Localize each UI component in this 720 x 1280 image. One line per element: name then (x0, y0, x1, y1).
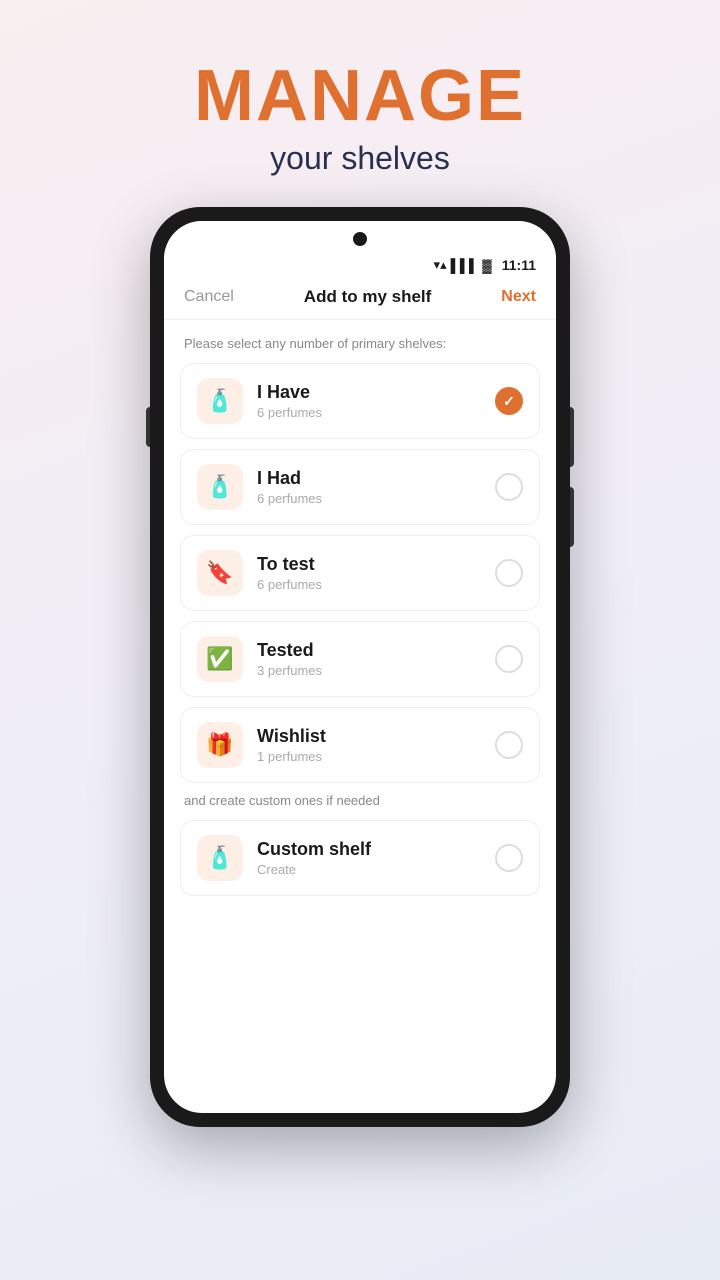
shelf-checkbox-to-test[interactable] (495, 559, 523, 587)
shelf-name-wishlist: Wishlist (257, 726, 495, 747)
app-content: Please select any number of primary shel… (164, 320, 556, 1113)
cancel-button[interactable]: Cancel (184, 288, 234, 306)
phone-power-button (570, 407, 574, 467)
shelf-checkbox-i-have[interactable] (495, 387, 523, 415)
page-header: MANAGE your shelves (194, 60, 526, 177)
shelf-text-tested: Tested 3 perfumes (257, 640, 495, 678)
shelf-count-wishlist: 1 perfumes (257, 749, 495, 764)
shelf-item-i-had[interactable]: 🧴 I Had 6 perfumes (180, 449, 540, 525)
shelf-text-i-have: I Have 6 perfumes (257, 382, 495, 420)
phone-volume-button (146, 407, 150, 447)
shelf-icon-bg-i-have: 🧴 (197, 378, 243, 424)
custom-shelf-icon: 🧴 (206, 845, 233, 871)
shelf-icon-i-have: 🧴 (206, 388, 233, 414)
phone-notch-area (164, 221, 556, 257)
phone-volume-down-button (570, 487, 574, 547)
signal-icon: ▌▌▌ (451, 258, 479, 273)
next-button[interactable]: Next (501, 288, 536, 306)
custom-shelf-text: Custom shelf Create (257, 839, 495, 877)
wifi-icon: ▾▴ (434, 257, 447, 273)
shelf-icon-bg-i-had: 🧴 (197, 464, 243, 510)
page-title-sub: your shelves (194, 140, 526, 177)
shelf-count-i-have: 6 perfumes (257, 405, 495, 420)
shelf-checkbox-wishlist[interactable] (495, 731, 523, 759)
custom-shelf-icon-bg: 🧴 (197, 835, 243, 881)
phone-screen: ▾▴ ▌▌▌ ▓ 11:11 Cancel Add to my shelf Ne… (164, 221, 556, 1113)
front-camera (353, 232, 367, 246)
shelf-text-to-test: To test 6 perfumes (257, 554, 495, 592)
shelf-icon-i-had: 🧴 (206, 474, 233, 500)
page-title-main: MANAGE (194, 60, 526, 132)
shelf-count-to-test: 6 perfumes (257, 577, 495, 592)
shelf-icon-bg-wishlist: 🎁 (197, 722, 243, 768)
custom-shelf-checkbox[interactable] (495, 844, 523, 872)
shelf-name-tested: Tested (257, 640, 495, 661)
primary-section-label: Please select any number of primary shel… (180, 336, 540, 351)
status-icons: ▾▴ ▌▌▌ ▓ (434, 257, 492, 273)
shelf-icon-bg-tested: ✅ (197, 636, 243, 682)
shelf-checkbox-i-had[interactable] (495, 473, 523, 501)
shelves-list: 🧴 I Have 6 perfumes 🧴 I Had 6 perfumes 🔖 To tes… (180, 363, 540, 783)
phone-frame: ▾▴ ▌▌▌ ▓ 11:11 Cancel Add to my shelf Ne… (150, 207, 570, 1127)
shelf-item-wishlist[interactable]: 🎁 Wishlist 1 perfumes (180, 707, 540, 783)
shelf-name-i-have: I Have (257, 382, 495, 403)
shelf-text-wishlist: Wishlist 1 perfumes (257, 726, 495, 764)
app-navbar: Cancel Add to my shelf Next (164, 279, 556, 320)
shelf-name-i-had: I Had (257, 468, 495, 489)
shelf-count-tested: 3 perfumes (257, 663, 495, 678)
shelf-icon-bg-to-test: 🔖 (197, 550, 243, 596)
status-bar: ▾▴ ▌▌▌ ▓ 11:11 (164, 257, 556, 279)
shelf-icon-to-test: 🔖 (206, 560, 233, 586)
shelf-icon-wishlist: 🎁 (206, 732, 233, 758)
battery-icon: ▓ (482, 258, 491, 273)
shelf-item-i-have[interactable]: 🧴 I Have 6 perfumes (180, 363, 540, 439)
custom-shelf-name: Custom shelf (257, 839, 495, 860)
shelf-text-i-had: I Had 6 perfumes (257, 468, 495, 506)
shelf-count-i-had: 6 perfumes (257, 491, 495, 506)
shelf-checkbox-tested[interactable] (495, 645, 523, 673)
shelf-icon-tested: ✅ (206, 646, 233, 672)
custom-shelf-item[interactable]: 🧴 Custom shelf Create (180, 820, 540, 896)
navbar-title: Add to my shelf (304, 287, 432, 307)
custom-shelf-subtitle: Create (257, 862, 495, 877)
shelf-item-to-test[interactable]: 🔖 To test 6 perfumes (180, 535, 540, 611)
shelf-name-to-test: To test (257, 554, 495, 575)
status-time: 11:11 (502, 257, 536, 273)
custom-section-label: and create custom ones if needed (180, 793, 540, 808)
shelf-item-tested[interactable]: ✅ Tested 3 perfumes (180, 621, 540, 697)
